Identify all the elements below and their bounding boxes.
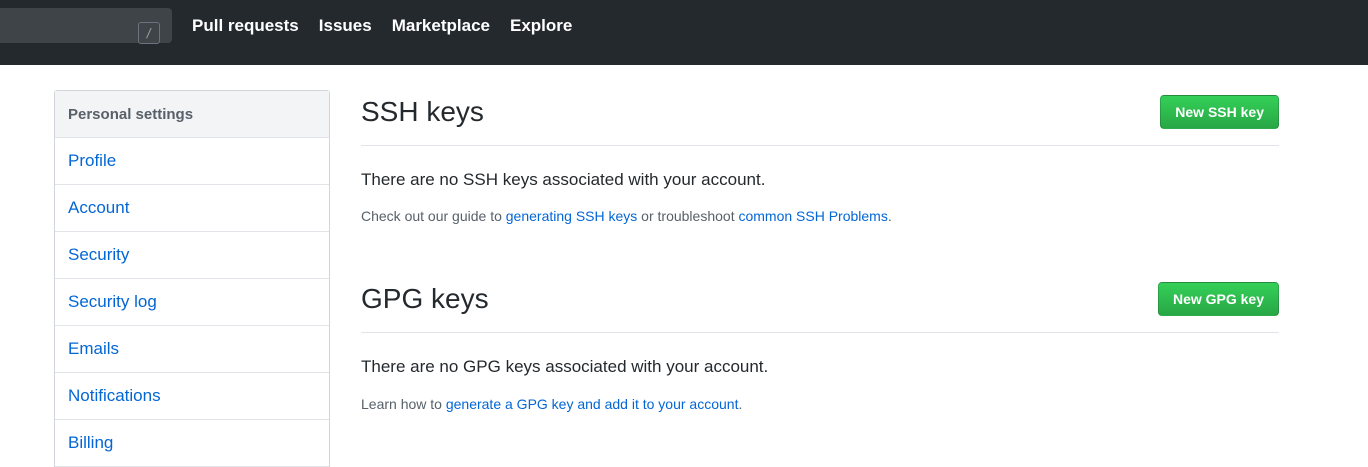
- ssh-help-middle: or troubleshoot: [637, 208, 739, 224]
- sidebar-item-profile[interactable]: Profile: [55, 138, 329, 185]
- nav-pull-requests[interactable]: Pull requests: [192, 16, 299, 36]
- ssh-help-prefix: Check out our guide to: [361, 208, 506, 224]
- gpg-help-suffix: .: [738, 396, 743, 412]
- ssh-help-suffix: .: [887, 208, 892, 224]
- sidebar-heading: Personal settings: [55, 91, 329, 138]
- ssh-keys-help: Check out our guide to generating SSH ke…: [361, 208, 892, 224]
- search-input[interactable]: /: [0, 8, 172, 44]
- sidebar-item-emails[interactable]: Emails: [55, 326, 329, 373]
- sidebar-item-billing[interactable]: Billing: [55, 420, 329, 467]
- nav-issues[interactable]: Issues: [319, 16, 372, 36]
- settings-sidebar: Personal settings Profile Account Securi…: [54, 90, 330, 467]
- nav-explore[interactable]: Explore: [510, 16, 572, 36]
- generating-ssh-keys-link[interactable]: generating SSH keys: [506, 208, 638, 224]
- sidebar-item-security-log[interactable]: Security log: [55, 279, 329, 326]
- sidebar-item-notifications[interactable]: Notifications: [55, 373, 329, 420]
- ssh-keys-empty-message: There are no SSH keys associated with yo…: [361, 170, 766, 189]
- sidebar-item-account[interactable]: Account: [55, 185, 329, 232]
- top-header: / Pull requests Issues Marketplace Explo…: [0, 0, 1368, 65]
- search-shortcut-hint: /: [138, 22, 160, 44]
- sidebar-item-security[interactable]: Security: [55, 232, 329, 279]
- generate-gpg-key-link[interactable]: generate a GPG key and add it to your ac…: [446, 396, 739, 412]
- ssh-keys-header: SSH keys New SSH key: [361, 90, 1279, 146]
- ssh-keys-section: SSH keys New SSH key There are no SSH ke…: [361, 90, 1279, 240]
- gpg-help-prefix: Learn how to: [361, 396, 446, 412]
- global-nav: Pull requests Issues Marketplace Explore: [192, 0, 592, 51]
- gpg-keys-empty-message: There are no GPG keys associated with yo…: [361, 357, 769, 376]
- gpg-keys-title: GPG keys: [361, 283, 489, 314]
- gpg-keys-help: Learn how to generate a GPG key and add …: [361, 396, 742, 412]
- nav-marketplace[interactable]: Marketplace: [392, 16, 490, 36]
- gpg-keys-section: GPG keys New GPG key There are no GPG ke…: [361, 277, 1279, 427]
- gpg-keys-header: GPG keys New GPG key: [361, 277, 1279, 333]
- ssh-keys-title: SSH keys: [361, 96, 484, 127]
- new-ssh-key-button[interactable]: New SSH key: [1160, 95, 1279, 129]
- common-ssh-problems-link[interactable]: common SSH Problems: [738, 208, 887, 224]
- new-gpg-key-button[interactable]: New GPG key: [1157, 282, 1279, 316]
